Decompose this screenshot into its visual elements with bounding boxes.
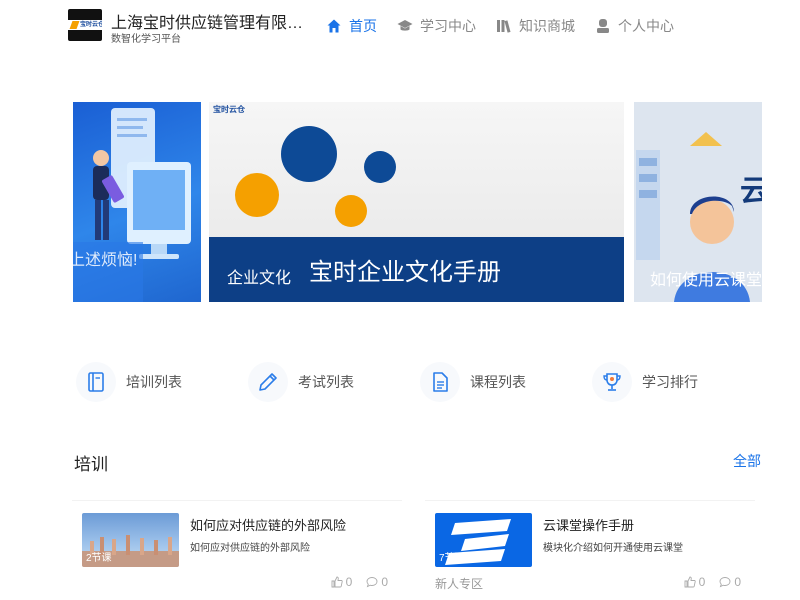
lesson-count: 7节课 [439,553,465,564]
card-category-tag: 新人专区 [435,577,484,591]
comment-button[interactable]: 0 [719,575,741,589]
comment-count: 0 [381,575,388,589]
quick-menu: 培训列表 考试列表 课程列表 学习排行 [0,362,800,402]
quick-icon-wrap [248,362,288,402]
quick-course-list[interactable]: 课程列表 [420,362,526,402]
thumbs-up-icon [331,576,343,588]
quick-label: 学习排行 [642,374,698,390]
banner-next-text: 如何使用云课堂 [650,272,762,289]
nav-item-learning-center[interactable]: 学习中心 [397,14,476,38]
like-button[interactable]: 0 [684,575,706,589]
section-more-link[interactable]: 全部 [733,451,761,471]
quick-exam-list[interactable]: 考试列表 [248,362,354,402]
platform-subtitle: 数智化学习平台 [111,34,181,45]
home-icon [327,19,341,33]
comment-count: 0 [734,575,741,589]
quick-icon-wrap [76,362,116,402]
banner-carousel[interactable]: 上述烦恼! 宝时云仓 企业文化 宝时企业文化手册 云 如何使用云课堂 [0,100,800,304]
card-title[interactable]: 如何应对供应链的外部风险 [190,515,346,534]
card-thumbnail: 2节课 [82,513,179,567]
card-description: 如何应对供应链的外部风险 [190,543,310,554]
banner-slide-active[interactable]: 宝时云仓 企业文化 宝时企业文化手册 [209,102,624,302]
nav-item-label: 个人中心 [618,18,674,34]
illustration-icon [73,108,191,302]
quick-learning-rank[interactable]: 学习排行 [592,362,698,402]
document-icon [433,372,448,392]
card-stats: 0 0 [331,575,388,589]
quick-icon-wrap [420,362,460,402]
quick-label: 课程列表 [470,374,526,390]
nav-item-label: 知识商城 [519,18,575,34]
quick-icon-wrap [592,362,632,402]
lesson-count: 2节课 [86,553,112,564]
section-title: 培训 [74,455,108,474]
thumbs-up-icon [684,576,696,588]
like-button[interactable]: 0 [331,575,353,589]
quick-label: 考试列表 [298,374,354,390]
nav-item-knowledge-mall[interactable]: 知识商城 [496,14,575,38]
user-icon [597,19,609,33]
like-count: 0 [698,575,706,589]
banner-slide-next[interactable]: 云 如何使用云课堂 [634,102,762,302]
nav-item-personal-center[interactable]: 个人中心 [595,14,674,38]
nav-item-label: 学习中心 [420,18,476,34]
banner-brand: 宝时云仓 [213,105,245,114]
like-count: 0 [345,575,353,589]
banner-slide-prev[interactable]: 上述烦恼! [73,102,201,302]
main-nav: 首页 学习中心 知识商城 个人中心 [326,14,674,38]
banner-title: 宝时企业文化手册 [309,259,501,286]
training-card[interactable]: 2节课 如何应对供应链的外部风险 如何应对供应链的外部风险 0 0 [72,500,402,600]
card-title[interactable]: 云课堂操作手册 [543,515,634,534]
training-card[interactable]: 7节课 云课堂操作手册 模块化介绍如何开通使用云课堂 新人专区 0 0 [425,500,755,600]
comment-button[interactable]: 0 [366,575,388,589]
card-description: 模块化介绍如何开通使用云课堂 [543,543,683,554]
header: 宝时云仓 上海宝时供应链管理有限公司 数智化学习平台 首页 学习中心 知识商城 … [0,0,800,56]
card-stats: 0 0 [684,575,741,589]
logo-text: 宝时云仓 [80,22,102,28]
trophy-icon [603,373,621,391]
company-logo[interactable]: 宝时云仓 [68,9,102,41]
banner-tag: 企业文化 [227,270,292,287]
books-icon [497,20,511,33]
graduation-cap-icon [397,20,413,31]
quick-label: 培训列表 [126,374,182,390]
banner-prev-text: 上述烦恼! [73,252,138,269]
card-thumbnail: 7节课 [435,513,532,567]
comment-icon [366,577,378,588]
notebook-icon [88,372,104,392]
comment-icon [719,577,731,588]
nav-item-label: 首页 [349,18,377,34]
nav-item-home[interactable]: 首页 [326,14,377,38]
quick-training-list[interactable]: 培训列表 [76,362,182,402]
banner-next-glyph: 云 [740,175,762,208]
pencil-icon [259,373,277,391]
